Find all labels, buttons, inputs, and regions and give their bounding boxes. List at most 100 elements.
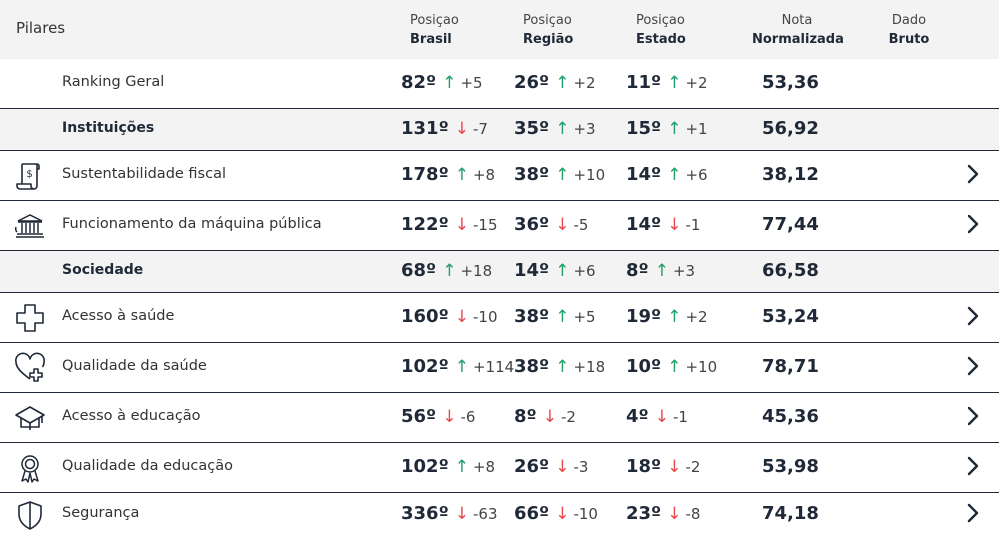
posicao-brasil-cell: 122º ↓ -15 bbox=[401, 214, 497, 235]
posicao-regiao-cell: 35º ↑ +3 bbox=[514, 118, 596, 139]
header-posicao-regiao-sub: Região bbox=[523, 32, 574, 47]
arrow-down-icon: ↓ bbox=[442, 407, 457, 427]
table-row[interactable]: Funcionamento da máquina pública 122º ↓ -15… bbox=[0, 200, 999, 250]
header-posicao-regiao[interactable]: Posiçao Região bbox=[523, 11, 573, 49]
rank-value: 131º bbox=[401, 118, 449, 139]
chevron-right-icon[interactable] bbox=[965, 456, 981, 476]
rank-delta: -63 bbox=[472, 504, 498, 523]
rank-delta: +2 bbox=[573, 73, 596, 92]
arrow-up-icon: ↑ bbox=[555, 261, 570, 281]
rank-value: 38º bbox=[514, 164, 550, 185]
header-posicao-estado-sub: Estado bbox=[636, 32, 686, 47]
posicao-brasil-cell: 68º ↑ +18 bbox=[401, 260, 492, 281]
header-dado-bruto[interactable]: Dado Bruto bbox=[886, 11, 932, 49]
table-row[interactable]: Qualidade da saúde 102º ↑ +114 38º ↑ +18 10º ↑ +1… bbox=[0, 342, 999, 392]
rank-value: 160º bbox=[401, 306, 449, 327]
arrow-down-icon: ↓ bbox=[667, 215, 682, 235]
arrow-up-icon: ↑ bbox=[442, 72, 457, 93]
arrow-up-icon: ↑ bbox=[454, 457, 469, 477]
arrow-down-icon: ↓ bbox=[555, 457, 570, 477]
rank-value: 14º bbox=[626, 214, 662, 235]
nota-normalizada-value: 38,12 bbox=[762, 164, 819, 185]
chevron-right-icon[interactable] bbox=[965, 406, 981, 426]
header-posicao-regiao-top: Posiçao bbox=[523, 13, 572, 28]
rank-value: 18º bbox=[626, 456, 662, 477]
header-posicao-brasil[interactable]: Posiçao Brasil bbox=[410, 11, 459, 49]
row-label: Ranking Geral bbox=[62, 73, 165, 90]
rank-value: 14º bbox=[626, 164, 662, 185]
row-label: Acesso à saúde bbox=[62, 308, 175, 324]
rank-delta: +18 bbox=[460, 262, 493, 280]
arrow-down-icon: ↓ bbox=[555, 215, 570, 235]
arrow-up-icon: ↑ bbox=[667, 72, 682, 93]
chevron-right-icon[interactable] bbox=[965, 214, 981, 234]
posicao-brasil-cell: 336º ↓ -63 bbox=[401, 503, 497, 524]
rank-delta: +8 bbox=[472, 166, 496, 184]
rank-delta: +8 bbox=[472, 458, 496, 476]
rank-value: 10º bbox=[626, 356, 662, 377]
rank-delta: -10 bbox=[472, 308, 498, 326]
rank-value: 8º bbox=[514, 406, 537, 427]
fiscal-document-icon: $ bbox=[14, 160, 46, 192]
rank-value: 102º bbox=[401, 356, 449, 377]
rank-value: 102º bbox=[401, 456, 449, 477]
posicao-estado-cell: 14º ↓ -1 bbox=[626, 214, 700, 235]
header-nota-normalizada[interactable]: Nota Normalizada bbox=[752, 11, 844, 49]
rank-value: 336º bbox=[401, 502, 449, 524]
header-nota-sub: Normalizada bbox=[752, 32, 844, 47]
chevron-right-icon[interactable] bbox=[965, 306, 981, 326]
arrow-up-icon: ↑ bbox=[654, 261, 669, 281]
table-row: Ranking Geral 82º ↑ +5 26º ↑ +2 11º ↑ +2 53,36 bbox=[0, 59, 999, 108]
rank-delta: +1 bbox=[685, 120, 708, 138]
rank-value: 66º bbox=[514, 502, 550, 524]
posicao-regiao-cell: 38º ↑ +5 bbox=[514, 306, 596, 327]
header-posicao-estado-top: Posiçao bbox=[636, 13, 685, 28]
arrow-down-icon: ↓ bbox=[542, 407, 557, 427]
nota-normalizada-value: 53,24 bbox=[762, 306, 819, 327]
rank-delta: -7 bbox=[472, 120, 488, 138]
header-pilares: Pilares bbox=[16, 19, 66, 37]
rank-delta: +10 bbox=[685, 358, 718, 376]
row-label: Acesso à educação bbox=[62, 408, 201, 424]
arrow-up-icon: ↑ bbox=[454, 165, 469, 185]
posicao-estado-cell: 23º ↓ -8 bbox=[626, 503, 700, 524]
rank-value: 26º bbox=[514, 71, 550, 93]
table-row[interactable]: Segurança 336º ↓ -63 66º ↓ -10 23º ↓ -8 74,18 bbox=[0, 492, 999, 535]
rank-value: 14º bbox=[514, 260, 550, 281]
table-row[interactable]: Acesso à educação 56º ↓ -6 8º ↓ -2 4º ↓ -1 45,36 bbox=[0, 392, 999, 442]
pillars-table: Pilares Posiçao Brasil Posiçao Região Po… bbox=[0, 0, 999, 535]
header-posicao-estado[interactable]: Posiçao Estado bbox=[636, 11, 686, 49]
posicao-estado-cell: 10º ↑ +10 bbox=[626, 356, 717, 377]
nota-normalizada-value: 53,36 bbox=[762, 71, 819, 93]
rank-delta: -8 bbox=[685, 504, 701, 523]
arrow-up-icon: ↑ bbox=[667, 307, 682, 327]
shield-icon bbox=[14, 499, 46, 531]
arrow-up-icon: ↑ bbox=[442, 261, 457, 281]
posicao-brasil-cell: 178º ↑ +8 bbox=[401, 164, 495, 185]
table-header: Pilares Posiçao Brasil Posiçao Região Po… bbox=[0, 0, 999, 59]
chevron-right-icon[interactable] bbox=[965, 503, 981, 523]
table-row[interactable]: Qualidade da educação 102º ↑ +8 26º ↓ -3 18º ↓ -2… bbox=[0, 442, 999, 492]
rank-value: 82º bbox=[401, 71, 437, 93]
rank-delta: +3 bbox=[672, 262, 696, 280]
arrow-down-icon: ↓ bbox=[454, 503, 469, 524]
graduation-cap-icon bbox=[14, 402, 46, 434]
posicao-regiao-cell: 26º ↓ -3 bbox=[514, 456, 588, 477]
chevron-right-icon[interactable] bbox=[965, 356, 981, 376]
table-row[interactable]: Acesso à saúde 160º ↓ -10 38º ↑ +5 19º ↑ +2 53,24 bbox=[0, 292, 999, 342]
arrow-up-icon: ↑ bbox=[555, 307, 570, 327]
header-dado-top: Dado bbox=[891, 13, 927, 28]
posicao-brasil-cell: 131º ↓ -7 bbox=[401, 118, 488, 139]
rank-value: 35º bbox=[514, 118, 550, 139]
rank-delta: +5 bbox=[573, 308, 596, 326]
arrow-up-icon: ↑ bbox=[555, 165, 570, 185]
rank-delta: -3 bbox=[573, 458, 589, 476]
table-row[interactable]: $ Sustentabilidade fiscal 178º ↑ +8 38º ↑ +10 14… bbox=[0, 150, 999, 200]
posicao-estado-cell: 11º ↑ +2 bbox=[626, 72, 708, 93]
table-group-row: Sociedade 68º ↑ +18 14º ↑ +6 8º ↑ +3 66,58 bbox=[0, 250, 999, 292]
header-dado-sub: Bruto bbox=[888, 32, 930, 47]
arrow-down-icon: ↓ bbox=[667, 503, 682, 524]
rank-delta: +3 bbox=[573, 120, 596, 138]
chevron-right-icon[interactable] bbox=[965, 164, 981, 184]
header-posicao-brasil-sub: Brasil bbox=[410, 32, 452, 47]
